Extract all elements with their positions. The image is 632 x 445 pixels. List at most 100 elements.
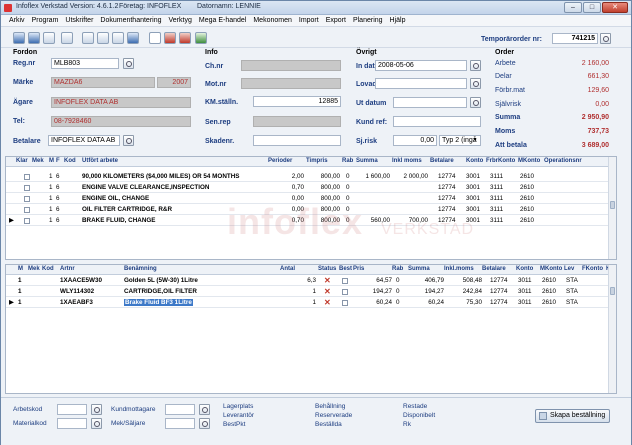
scroll-thumb[interactable] <box>610 287 615 295</box>
regnr-search-icon[interactable] <box>123 58 134 69</box>
row-benamning-selected[interactable]: Brake Fluid BF3 1Litre <box>124 299 193 306</box>
book-icon[interactable] <box>179 32 191 44</box>
pdf-icon[interactable] <box>164 32 176 44</box>
parts-row[interactable]: 1 1XAACE5W30 Golden 5L (5W-30) 1Litre 6,… <box>6 276 616 286</box>
col-mek[interactable]: Mek <box>28 266 40 272</box>
col-best[interactable]: Best <box>339 266 352 272</box>
customer-icon[interactable] <box>28 32 40 44</box>
lovad-calendar-icon[interactable] <box>470 78 481 89</box>
col-klar[interactable]: Klar <box>16 158 28 164</box>
col-inkl-moms[interactable]: Inkl moms <box>392 158 422 164</box>
col-benamning[interactable]: Benämning <box>124 266 157 272</box>
best-checkbox[interactable] <box>342 300 348 306</box>
betalare-search-icon[interactable] <box>123 135 134 146</box>
parts-row[interactable]: 1 WLY114302 CARTRIDGE,OIL FILTER 1 ✕ 194… <box>6 287 616 297</box>
note-icon[interactable] <box>112 32 124 44</box>
menu-verktyg[interactable]: Verktyg <box>169 17 192 24</box>
klar-checkbox[interactable] <box>24 185 30 191</box>
menu-import[interactable]: Import <box>299 17 319 24</box>
menu-export[interactable]: Export <box>326 17 346 24</box>
col-summa[interactable]: Summa <box>356 158 378 164</box>
best-checkbox[interactable] <box>342 289 348 295</box>
work-row[interactable]: 1 6 90,000 KILOMETERS ($4,000 MILES) OR … <box>6 172 616 182</box>
col-mkonto[interactable]: MKonto <box>540 266 562 272</box>
menu-mega-ehandel[interactable]: Mega E-handel <box>199 17 246 24</box>
minimize-button[interactable]: – <box>564 2 582 13</box>
lovad-field[interactable] <box>375 78 467 89</box>
print-icon[interactable] <box>13 32 25 44</box>
indatum-field[interactable]: 2008-05-06 <box>375 60 467 71</box>
order-number-field[interactable]: 741215 <box>552 33 598 44</box>
col-utfort-arbete[interactable]: Utfört arbete <box>82 158 118 164</box>
close-button[interactable]: ✕ <box>602 2 628 13</box>
scroll-thumb[interactable] <box>610 201 615 209</box>
col-f[interactable]: F <box>56 158 60 164</box>
col-artnr[interactable]: Artnr <box>60 266 75 272</box>
kundmottagare-field[interactable] <box>165 404 195 415</box>
col-inkl-moms[interactable]: Inkl.moms <box>444 266 474 272</box>
kundmottagare-search-icon[interactable] <box>199 404 210 415</box>
col-konto[interactable]: Konto <box>516 266 533 272</box>
betalare-field[interactable]: INFOFLEX DATA AB <box>48 135 120 146</box>
indatum-calendar-icon[interactable] <box>470 60 481 71</box>
skadenr-field[interactable] <box>253 135 341 146</box>
calculator-icon[interactable] <box>43 32 55 44</box>
menu-hjalp[interactable]: Hjälp <box>390 17 406 24</box>
col-summa[interactable]: Summa <box>408 266 430 272</box>
parts-grid-scrollbar[interactable] <box>608 265 616 393</box>
settings-icon[interactable] <box>61 32 73 44</box>
col-status[interactable]: Status <box>318 266 336 272</box>
arbetskod-search-icon[interactable] <box>91 404 102 415</box>
delete-icon[interactable] <box>97 32 109 44</box>
mek-saljare-field[interactable] <box>165 418 195 429</box>
klar-checkbox[interactable] <box>24 174 30 180</box>
col-pris[interactable]: Pris <box>353 266 364 272</box>
col-mek[interactable]: Mek <box>32 158 44 164</box>
parts-row[interactable]: ▶ 1 1XAEABF3 Brake Fluid BF3 1Litre 1 ✕ … <box>6 298 616 308</box>
menu-dokumenthantering[interactable]: Dokumenthantering <box>100 17 161 24</box>
utdatum-calendar-icon[interactable] <box>470 97 481 108</box>
klar-checkbox[interactable] <box>24 207 30 213</box>
arbetskod-field[interactable] <box>57 404 87 415</box>
menu-utskrifter[interactable]: Utskrifter <box>65 17 93 24</box>
work-row[interactable]: 1 6 ENGINE VALVE CLEARANCE,INSPECTION 0,… <box>6 183 616 193</box>
work-grid-scrollbar[interactable] <box>608 157 616 259</box>
document-icon[interactable] <box>82 32 94 44</box>
typ-select[interactable]: Typ 2 (ingå ▾ <box>439 135 481 146</box>
col-m[interactable]: M <box>18 266 23 272</box>
maximize-button[interactable]: □ <box>583 2 601 13</box>
col-rab[interactable]: Rab <box>392 266 403 272</box>
col-fkonto[interactable]: FKonto <box>582 266 603 272</box>
regnr-field[interactable]: MLB803 <box>51 58 119 69</box>
sjrisk-field[interactable]: 0,00 <box>393 135 437 146</box>
materialkod-field[interactable] <box>57 418 87 429</box>
mail-icon[interactable] <box>149 32 161 44</box>
km-field[interactable]: 12885 <box>253 96 341 107</box>
best-checkbox[interactable] <box>342 278 348 284</box>
export-icon[interactable] <box>195 32 207 44</box>
utdatum-field[interactable] <box>393 97 467 108</box>
col-konto[interactable]: Konto <box>466 158 483 164</box>
col-perioder[interactable]: Perioder <box>268 158 292 164</box>
col-timpris[interactable]: Timpris <box>306 158 328 164</box>
col-kod[interactable]: Kod <box>64 158 76 164</box>
create-order-button[interactable]: Skapa beställning <box>535 409 611 423</box>
klar-checkbox[interactable] <box>24 196 30 202</box>
col-operationsnr[interactable]: Operationsnr <box>544 158 582 164</box>
col-betalare[interactable]: Betalare <box>430 158 454 164</box>
col-mkonto[interactable]: MKonto <box>518 158 540 164</box>
col-antal[interactable]: Antal <box>280 266 295 272</box>
col-kod[interactable]: Kod <box>42 266 54 272</box>
menu-planering[interactable]: Planering <box>353 17 383 24</box>
link-icon[interactable] <box>127 32 139 44</box>
col-m[interactable]: M <box>49 158 54 164</box>
mek-saljare-search-icon[interactable] <box>199 418 210 429</box>
col-lev[interactable]: Lev <box>564 266 574 272</box>
order-search-icon[interactable] <box>600 33 611 44</box>
menu-program[interactable]: Program <box>32 17 59 24</box>
col-frbrkonto[interactable]: FrbrKonto <box>486 158 515 164</box>
menu-mekonomen[interactable]: Mekonomen <box>253 17 292 24</box>
materialkod-search-icon[interactable] <box>91 418 102 429</box>
menu-arkiv[interactable]: Arkiv <box>9 17 25 24</box>
kundref-field[interactable] <box>393 116 481 127</box>
